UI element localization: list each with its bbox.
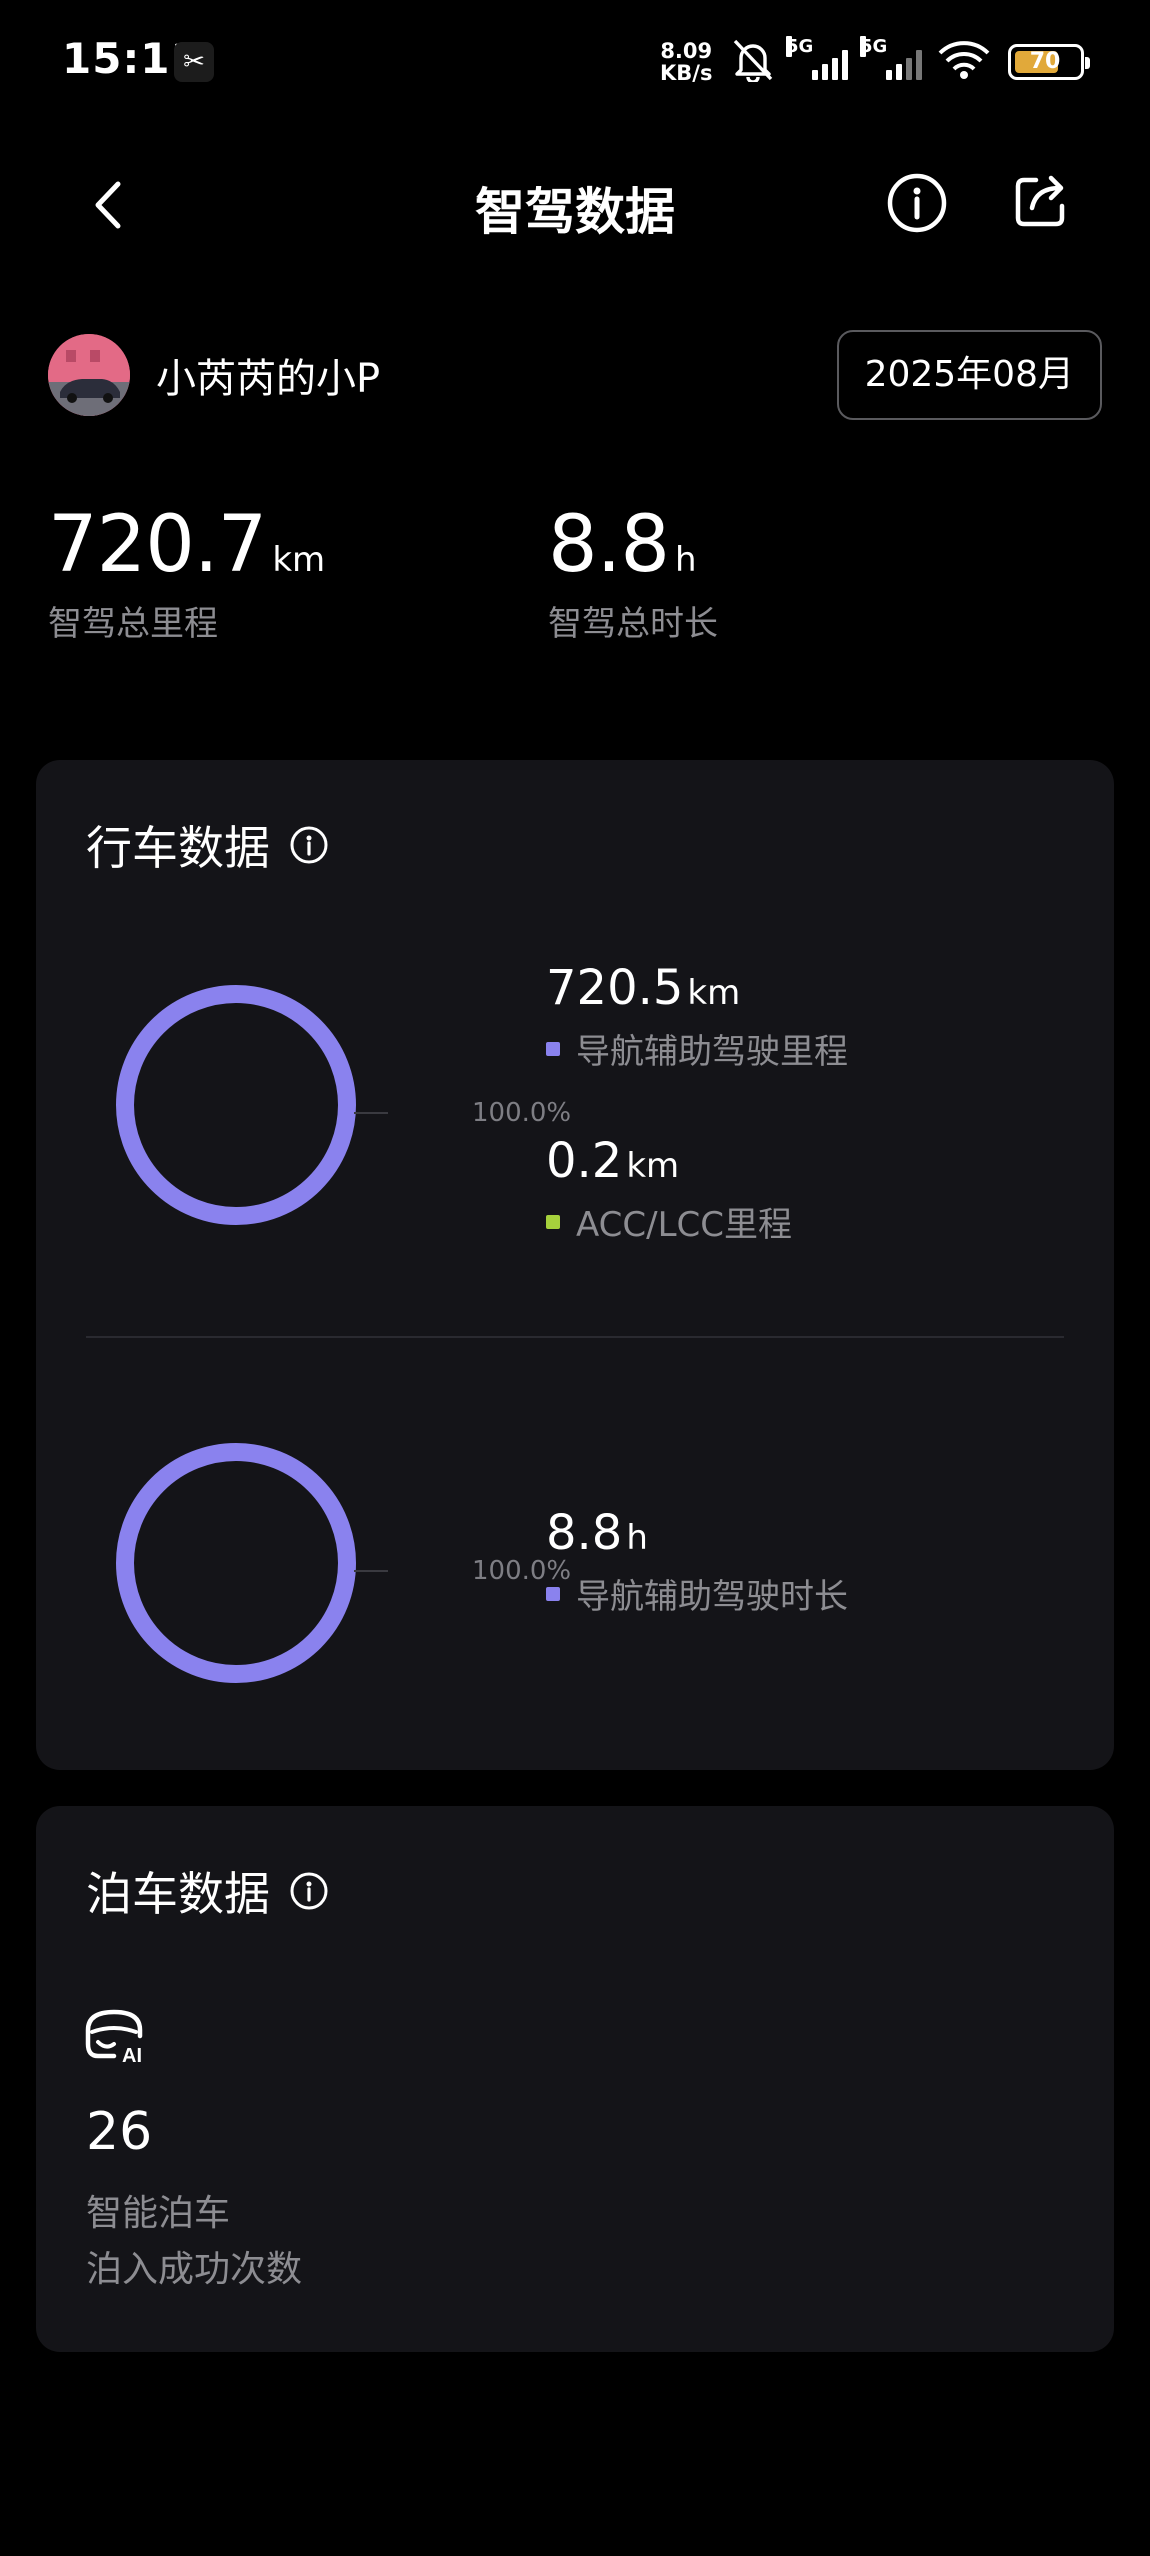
acc-lcc-distance-unit: km — [626, 1146, 680, 1186]
signal-label: 5G — [786, 36, 814, 57]
acc-lcc-distance-value: 0.2 — [546, 1133, 623, 1189]
network-speed-value: 8.09 — [660, 39, 713, 63]
share-icon — [1015, 175, 1065, 227]
duration-donut-chart: 100.0% — [116, 1433, 571, 1693]
total-duration: 8.8 h 智驾总时长 — [548, 500, 718, 645]
share-button[interactable] — [1006, 166, 1076, 236]
total-distance-value: 720.7 — [48, 500, 267, 590]
parking-sublabel: 泊入成功次数 — [86, 2249, 303, 2290]
acc-lcc-distance: 0.2 km ACC/LCC里程 — [546, 1133, 792, 1246]
nav-assist-distance: 720.5 km 导航辅助驾驶里程 — [546, 960, 848, 1073]
nav-assist-duration-label: 导航辅助驾驶时长 — [576, 1577, 848, 1617]
summary: 720.7 km 智驾总里程 8.8 h 智驾总时长 — [0, 500, 1150, 680]
month-selector[interactable]: 2025年08月 — [836, 330, 1102, 420]
legend-dot-purple — [546, 1586, 560, 1601]
nav-assist-duration-value: 8.8 — [546, 1505, 623, 1561]
total-distance: 720.7 km 智驾总里程 — [48, 500, 325, 645]
total-distance-unit: km — [272, 540, 326, 580]
profile-name: 小芮芮的小P — [156, 356, 381, 402]
mute-bell-icon — [733, 39, 773, 82]
scissors-app-icon: ✂ — [174, 42, 214, 82]
ai-parking-icon-text: AI — [122, 2045, 142, 2064]
duration-donut-ring — [116, 1443, 356, 1683]
divider — [86, 1336, 1064, 1338]
legend-dot-purple — [546, 1041, 560, 1056]
total-distance-label: 智驾总里程 — [48, 604, 218, 644]
battery-tip — [1085, 57, 1090, 69]
driving-data-title-text: 行车数据 — [86, 821, 270, 875]
distance-donut-ring — [116, 985, 356, 1225]
ai-parking-icon: AI — [84, 2004, 150, 2067]
nav-assist-distance-label: 导航辅助驾驶里程 — [576, 1032, 848, 1072]
driving-data-card: 行车数据 100.0% 720.5 km 导航辅助驾驶里程 0.2 km ACC/L… — [36, 760, 1114, 1770]
parking-label: 智能泊车 — [86, 2193, 231, 2234]
nav-assist-duration: 8.8 h 导航辅助驾驶时长 — [546, 1505, 848, 1618]
info-icon[interactable] — [288, 1870, 330, 1912]
total-duration-value: 8.8 — [548, 500, 670, 590]
info-button[interactable] — [882, 168, 952, 238]
wifi-icon — [938, 41, 990, 79]
network-speed: 8.09 KB/s — [660, 40, 712, 84]
avatar[interactable] — [48, 334, 130, 416]
navigation-bar: 智驾数据 — [0, 150, 1150, 260]
battery-icon: 70 — [1008, 44, 1090, 80]
page-title: 智驾数据 — [475, 183, 675, 241]
acc-lcc-distance-label: ACC/LCC里程 — [576, 1205, 793, 1245]
status-bar: 15:11 ✂ 8.09 KB/s 5G 5G 70 — [0, 0, 1150, 120]
legend-dot-green — [546, 1214, 560, 1229]
info-icon — [887, 173, 947, 233]
driving-data-title: 行车数据 — [86, 812, 330, 878]
network-speed-unit: KB/s — [660, 61, 713, 85]
status-icons: 5G 5G — [730, 36, 990, 82]
distance-donut-chart: 100.0% — [116, 975, 571, 1235]
parking-data-card: 泊车数据 AI 26 智能泊车 泊入成功次数 — [36, 1806, 1114, 2352]
total-duration-label: 智驾总时长 — [548, 604, 718, 644]
parking-data-title: 泊车数据 — [86, 1858, 330, 1924]
distance-percent-label: 100.0% — [472, 1098, 572, 1128]
profile-row: 小芮芮的小P 2025年08月 — [48, 330, 1102, 430]
signal-label: 5G — [860, 36, 888, 57]
parking-data-title-text: 泊车数据 — [86, 1867, 270, 1921]
parking-count: 26 — [86, 2102, 153, 2162]
total-duration-unit: h — [675, 540, 697, 580]
info-icon[interactable] — [288, 824, 330, 866]
signal-icon: 5G — [860, 36, 924, 80]
nav-assist-duration-unit: h — [626, 1518, 648, 1558]
signal-icon: 5G — [786, 36, 850, 80]
nav-assist-distance-unit: km — [687, 973, 741, 1013]
nav-assist-distance-value: 720.5 — [546, 960, 684, 1016]
battery-level: 70 — [1029, 49, 1061, 74]
